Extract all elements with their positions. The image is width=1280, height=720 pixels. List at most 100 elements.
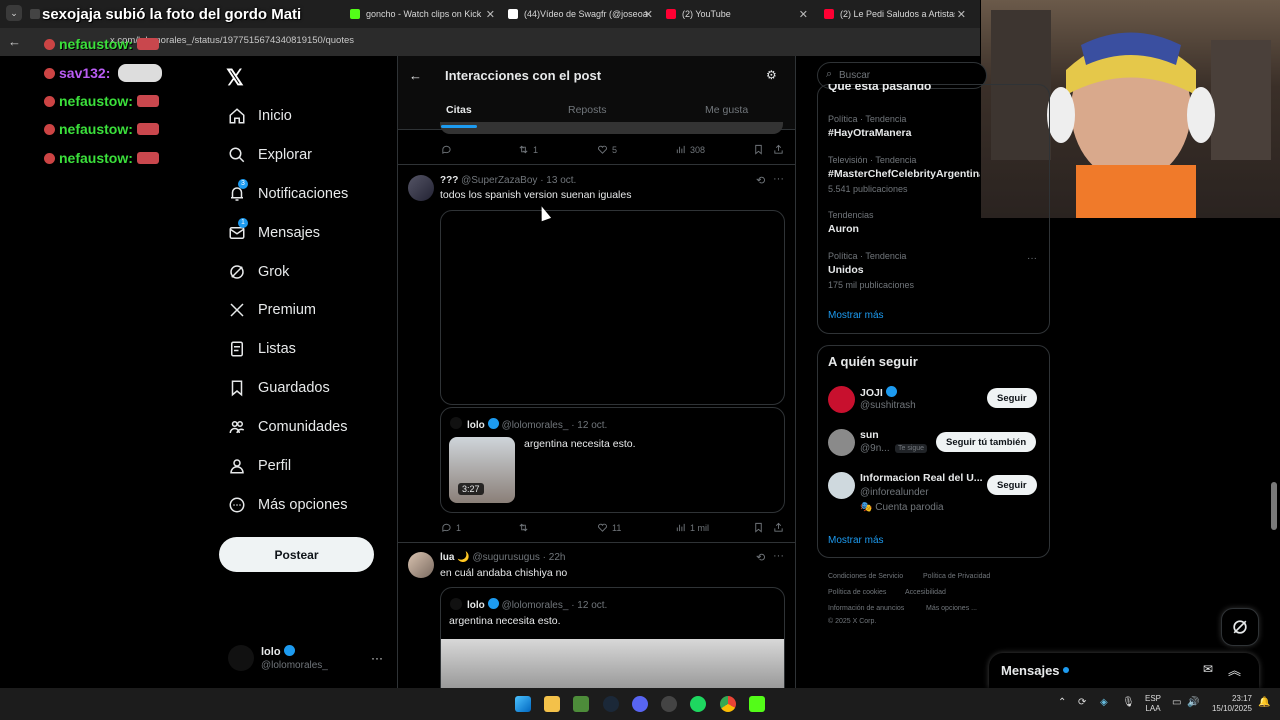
author-handle[interactable]: @sugurusugus: [472, 552, 539, 563]
tab-citas[interactable]: Citas: [446, 104, 472, 116]
new-message-icon[interactable]: ✉: [1203, 662, 1213, 676]
nav-comunidades[interactable]: Comunidades: [228, 418, 347, 436]
steam-icon[interactable]: [603, 696, 619, 712]
footer-link[interactable]: Accesibilidad: [905, 589, 946, 596]
windows-start-icon[interactable]: [515, 696, 531, 712]
close-tab-icon[interactable]: ✕: [644, 8, 653, 21]
account-more-icon[interactable]: ···: [371, 651, 383, 665]
nav-mas-opciones[interactable]: Más opciones: [228, 496, 347, 514]
grok-icon[interactable]: ⟲: [756, 551, 765, 564]
tab-me-gusta[interactable]: Me gusta: [705, 104, 748, 116]
nav-guardados[interactable]: Guardados: [228, 379, 330, 397]
nav-listas[interactable]: Listas: [228, 340, 296, 358]
nav-explorar[interactable]: Explorar: [228, 146, 312, 164]
more-icon[interactable]: ···: [773, 173, 784, 185]
footer-link[interactable]: Política de Privacidad: [923, 573, 990, 580]
microphone-icon[interactable]: 🎙: [1122, 697, 1135, 708]
bookmark-button[interactable]: [753, 522, 764, 533]
footer-link[interactable]: Política de cookies: [828, 589, 886, 596]
views-button[interactable]: 308: [675, 144, 705, 155]
notification-bell-icon[interactable]: 🔔: [1258, 697, 1270, 708]
post-media[interactable]: [440, 210, 785, 405]
back-icon[interactable]: ←: [8, 34, 21, 49]
spotify-icon[interactable]: [690, 696, 706, 712]
app-icon[interactable]: [661, 696, 677, 712]
nav-premium[interactable]: Premium: [228, 301, 316, 319]
avatar[interactable]: [828, 386, 855, 413]
file-explorer-icon[interactable]: [544, 696, 560, 712]
nav-grok[interactable]: Grok: [228, 263, 289, 281]
reply-button[interactable]: [441, 144, 452, 155]
like-button[interactable]: 11: [597, 522, 621, 533]
browser-tab-2[interactable]: goncho - Watch clips on Kick ✕: [350, 4, 495, 24]
browser-tab-3[interactable]: (44)Vídeo de Swagfr (@joseoa ✕: [508, 4, 653, 24]
follow-button[interactable]: Seguir: [987, 388, 1037, 408]
follow-name[interactable]: JOJI: [860, 386, 897, 399]
repost-button[interactable]: [518, 522, 529, 533]
trend-item[interactable]: Política · Tendencia Unidos 175 mil publ…: [828, 251, 914, 290]
nav-perfil[interactable]: Perfil: [228, 457, 291, 475]
post-date[interactable]: · 22h: [543, 552, 566, 563]
kick-icon[interactable]: [749, 696, 765, 712]
clock[interactable]: 23:17 15/10/2025: [1208, 694, 1252, 714]
reply-button[interactable]: 1: [441, 522, 461, 533]
follow-name[interactable]: Informacion Real del U...: [860, 472, 983, 484]
author-name[interactable]: ???: [440, 175, 458, 186]
avatar[interactable]: [828, 429, 855, 456]
bookmark-button[interactable]: [753, 144, 764, 155]
follow-button[interactable]: Seguir: [987, 475, 1037, 495]
footer-link[interactable]: Más opciones ...: [926, 605, 977, 612]
nav-mensajes[interactable]: 1 Mensajes: [228, 218, 320, 242]
scrollbar-thumb[interactable]: [1271, 482, 1277, 530]
close-tab-icon[interactable]: ✕: [957, 8, 966, 21]
search-input[interactable]: Buscar: [839, 70, 870, 81]
share-button[interactable]: [773, 522, 784, 533]
network-icon[interactable]: ▭: [1172, 697, 1181, 708]
x-logo-icon[interactable]: 𝕏: [226, 65, 244, 91]
browser-tab-4[interactable]: (2) YouTube ✕: [666, 4, 808, 24]
like-button[interactable]: 5: [597, 144, 617, 155]
tray-icon[interactable]: ◈: [1100, 697, 1108, 708]
video-thumbnail[interactable]: [441, 639, 784, 688]
author-handle[interactable]: @SuperZazaBoy: [461, 175, 537, 186]
language-indicator[interactable]: ESP LAA: [1145, 694, 1161, 714]
messages-title[interactable]: Mensajes: [1001, 663, 1070, 678]
grok-floating-button[interactable]: [1221, 608, 1259, 646]
avatar[interactable]: [408, 552, 434, 578]
browser-tab-5[interactable]: (2) Le Pedi Saludos a Artistas U ✕: [824, 4, 966, 24]
back-icon[interactable]: ←: [409, 68, 422, 83]
avatar[interactable]: [828, 472, 855, 499]
show-more-link[interactable]: Mostrar más: [828, 310, 884, 321]
trend-item[interactable]: Tendencias Auron: [828, 210, 874, 235]
views-button[interactable]: 1 mil: [675, 522, 709, 533]
close-tab-icon[interactable]: ✕: [486, 8, 495, 21]
tab-list-button[interactable]: ⌄: [6, 5, 22, 21]
more-icon[interactable]: ···: [773, 550, 784, 562]
footer-link[interactable]: Información de anuncios: [828, 605, 904, 612]
post-button[interactable]: Postear: [219, 537, 374, 572]
trend-more-icon[interactable]: ···: [1027, 253, 1037, 264]
nav-inicio[interactable]: Inicio: [228, 107, 292, 125]
share-button[interactable]: [773, 144, 784, 155]
chrome-icon[interactable]: [720, 696, 736, 712]
footer-link[interactable]: Condiciones de Servicio: [828, 573, 903, 580]
app-icon[interactable]: [573, 696, 589, 712]
follow-name[interactable]: sun: [860, 429, 879, 441]
account-avatar[interactable]: [228, 645, 254, 671]
follow-back-button[interactable]: Seguir tú también: [936, 432, 1037, 452]
discord-icon[interactable]: [632, 696, 648, 712]
author-name[interactable]: lua 🌙: [440, 552, 470, 563]
tab-reposts[interactable]: Reposts: [568, 104, 607, 116]
trend-item[interactable]: Política · Tendencia #HayOtraManera: [828, 114, 911, 139]
settings-sliders-icon[interactable]: ⚙: [766, 68, 777, 82]
tray-expand-icon[interactable]: ⌃: [1058, 697, 1066, 708]
nav-notificaciones[interactable]: 3 Notificaciones: [228, 179, 348, 203]
tray-icon[interactable]: ⟳: [1078, 697, 1086, 708]
grok-icon[interactable]: ⟲: [756, 174, 765, 187]
trend-item[interactable]: Televisión · Tendencia #MasterChefCelebr…: [828, 155, 980, 194]
repost-button[interactable]: 1: [518, 144, 538, 155]
expand-icon[interactable]: ︽: [1228, 660, 1241, 679]
close-tab-icon[interactable]: ✕: [799, 8, 808, 21]
account-name[interactable]: lolo: [261, 645, 295, 658]
post-date[interactable]: · 13 oct.: [540, 175, 576, 186]
